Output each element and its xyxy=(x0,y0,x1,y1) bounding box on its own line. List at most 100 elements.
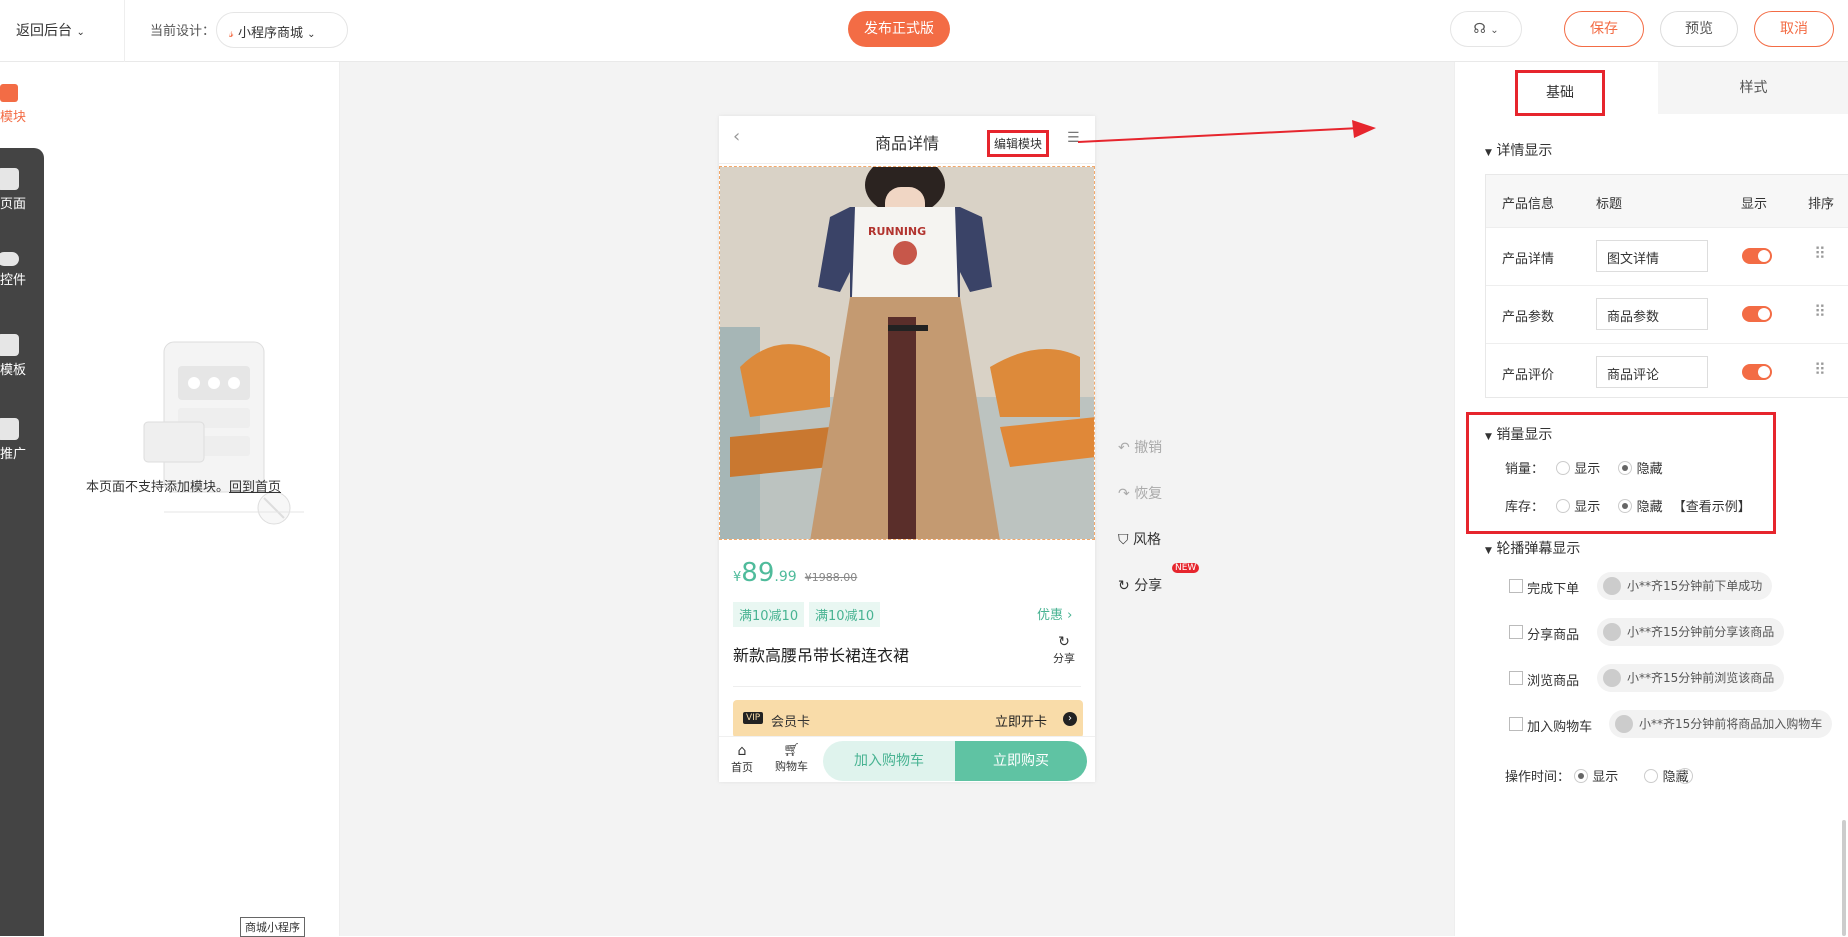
table-row: 产品详情 图文详情 ⠿ xyxy=(1486,227,1848,285)
op-time-hide-radio[interactable] xyxy=(1644,769,1659,783)
help-icon[interactable]: ? xyxy=(1677,768,1693,784)
vip-label: 会员卡 xyxy=(771,715,811,730)
checkbox[interactable] xyxy=(1509,579,1523,593)
back-to-admin-button[interactable]: 返回后台 ⌄ xyxy=(16,20,85,40)
current-design-label: 当前设计： xyxy=(150,24,216,39)
table-row: 产品参数 商品参数 ⠿ xyxy=(1486,285,1848,343)
share-button[interactable]: ↻ 分享 xyxy=(1053,634,1075,666)
avatar xyxy=(1603,669,1621,687)
new-badge: NEW xyxy=(1172,563,1200,573)
vip-action[interactable]: 立即开卡 xyxy=(995,711,1047,730)
checkbox[interactable] xyxy=(1509,625,1523,639)
carousel-item: 加入购物车 xyxy=(1509,716,1592,735)
sales-show-radio[interactable] xyxy=(1556,461,1571,475)
miniprogram-tag: 商城小程序 xyxy=(240,917,305,937)
tab-style[interactable]: 样式 xyxy=(1658,62,1848,114)
phone-preview: ‹ 商品详情 编辑模块 ☰ RUNNING ¥89.99 ¥1988.00 满1… xyxy=(719,116,1095,782)
nav-cart[interactable]: 🛒︎ 购物车 xyxy=(775,743,808,774)
detail-section-header[interactable]: ▼ 详情显示 xyxy=(1485,140,1552,160)
undo-icon: ↶ xyxy=(1118,440,1130,456)
arrow-right-icon: › xyxy=(1063,712,1077,726)
view-example-link[interactable]: 【查看示例】 xyxy=(1673,500,1751,515)
redo-icon: ↷ xyxy=(1118,486,1130,502)
page-icon xyxy=(0,168,19,190)
checkbox[interactable] xyxy=(1509,671,1523,685)
vip-card-banner[interactable]: VIP 会员卡 立即开卡 › xyxy=(733,700,1083,738)
price: ¥89.99 ¥1988.00 xyxy=(733,558,858,588)
promote-icon xyxy=(0,418,19,440)
table-row: 产品评价 商品评论 ⠿ xyxy=(1486,343,1848,401)
miniprogram-icon: 𝓈 xyxy=(229,26,234,41)
title-input[interactable]: 商品参数 xyxy=(1596,298,1708,330)
cart-icon: 🛒︎ xyxy=(783,743,800,758)
template-icon xyxy=(0,334,19,356)
top-bar: 返回后台 ⌄ 当前设计： 𝓈 小程序商城 ⌄ 发布正式版 ☊ ⌄ 保存 预览 取… xyxy=(0,0,1848,62)
home-icon: ⌂ xyxy=(737,743,747,759)
checkbox[interactable] xyxy=(1509,717,1523,731)
shirt-text: RUNNING xyxy=(868,225,926,238)
chevron-down-icon: ⌄ xyxy=(76,27,85,38)
cancel-button[interactable]: 取消 xyxy=(1754,11,1834,47)
publish-button[interactable]: 发布正式版 xyxy=(848,11,950,47)
vip-badge: VIP xyxy=(743,712,764,724)
bottom-action-bar: ⌂ 首页 🛒︎ 购物车 加入购物车 立即购买 xyxy=(719,736,1095,782)
back-home-link[interactable]: 回到首页 xyxy=(229,480,281,495)
sales-section-header[interactable]: ▼ 销量显示 xyxy=(1485,424,1552,444)
share-tool[interactable]: ↻ 分享 xyxy=(1118,575,1162,595)
save-button[interactable]: 保存 xyxy=(1564,11,1644,47)
rail-item-page[interactable]: 页面 xyxy=(0,168,44,212)
old-price: ¥1988.00 xyxy=(804,571,858,584)
col-header: 排序 xyxy=(1808,197,1835,212)
drag-handle-icon[interactable]: ⠿ xyxy=(1814,302,1826,321)
tab-basic[interactable]: 基础 xyxy=(1515,70,1605,116)
preview-button[interactable]: 预览 xyxy=(1660,11,1738,47)
chevron-right-icon: › xyxy=(1067,608,1073,623)
product-photo: RUNNING xyxy=(720,167,1094,539)
caret-down-icon: ▼ xyxy=(1485,546,1492,556)
settings-panel: 样式 基础 ▼ 详情显示 产品信息 标题 显示 排序 产品详情 图文详情 ⠿ 产… xyxy=(1454,62,1848,936)
add-to-cart-button[interactable]: 加入购物车 xyxy=(823,741,955,781)
carousel-section-header[interactable]: ▼ 轮播弹幕显示 xyxy=(1485,538,1580,558)
stock-show-radio[interactable] xyxy=(1556,499,1571,513)
show-toggle[interactable] xyxy=(1742,306,1772,322)
design-select[interactable]: 𝓈 小程序商城 ⌄ xyxy=(216,12,348,48)
avatar xyxy=(1615,715,1633,733)
chevron-down-icon: ⌄ xyxy=(307,29,316,40)
sales-hide-radio[interactable] xyxy=(1618,461,1633,475)
redo-tool[interactable]: ↷ 恢复 xyxy=(1118,483,1162,503)
edit-list-icon[interactable]: ☰ xyxy=(1067,130,1080,146)
title-input[interactable]: 商品评论 xyxy=(1596,356,1708,388)
shirt-icon: ⛉ xyxy=(1118,532,1129,548)
promo-link[interactable]: 优惠 › xyxy=(1037,604,1072,623)
empty-state-text: 本页面不支持添加模块。回到首页 xyxy=(86,480,282,495)
op-time-show-radio[interactable] xyxy=(1574,769,1589,783)
carousel-preview: 小**齐15分钟前下单成功 xyxy=(1597,572,1773,600)
rail-item-widget[interactable]: 控件 xyxy=(0,252,44,288)
drag-handle-icon[interactable]: ⠿ xyxy=(1814,244,1826,263)
buy-now-button[interactable]: 立即购买 xyxy=(955,741,1087,781)
style-tool[interactable]: ⛉ 风格 xyxy=(1118,529,1161,549)
support-button[interactable]: ☊ ⌄ xyxy=(1450,11,1522,47)
avatar xyxy=(1603,623,1621,641)
title-input[interactable]: 图文详情 xyxy=(1596,240,1708,272)
undo-tool[interactable]: ↶ 撤销 xyxy=(1118,437,1162,457)
module-panel xyxy=(44,62,340,936)
show-toggle[interactable] xyxy=(1742,248,1772,264)
rail-item-template[interactable]: 模板 xyxy=(0,334,44,378)
carousel-preview: 小**齐15分钟前分享该商品 xyxy=(1597,618,1785,646)
carousel-preview: 小**齐15分钟前浏览该商品 xyxy=(1597,664,1785,692)
show-toggle[interactable] xyxy=(1742,364,1772,380)
product-name: 新款高腰吊带长裙连衣裙 xyxy=(733,646,910,665)
rail-item-module[interactable]: 模块 xyxy=(0,84,44,125)
stock-hide-radio[interactable] xyxy=(1618,499,1633,513)
operation-time-row: 操作时间： 显示 隐藏 xyxy=(1505,769,1689,785)
module-icon xyxy=(0,84,18,102)
product-image[interactable]: RUNNING xyxy=(719,166,1095,540)
phone-header: ‹ 商品详情 编辑模块 ☰ xyxy=(719,116,1095,164)
rail-item-promote[interactable]: 推广 xyxy=(0,418,44,462)
nav-home[interactable]: ⌂ 首页 xyxy=(731,743,753,775)
edit-module-button[interactable]: 编辑模块 xyxy=(987,130,1050,157)
drag-handle-icon[interactable]: ⠿ xyxy=(1814,360,1826,379)
scrollbar[interactable] xyxy=(1842,820,1846,936)
chevron-down-icon: ⌄ xyxy=(1490,25,1499,36)
